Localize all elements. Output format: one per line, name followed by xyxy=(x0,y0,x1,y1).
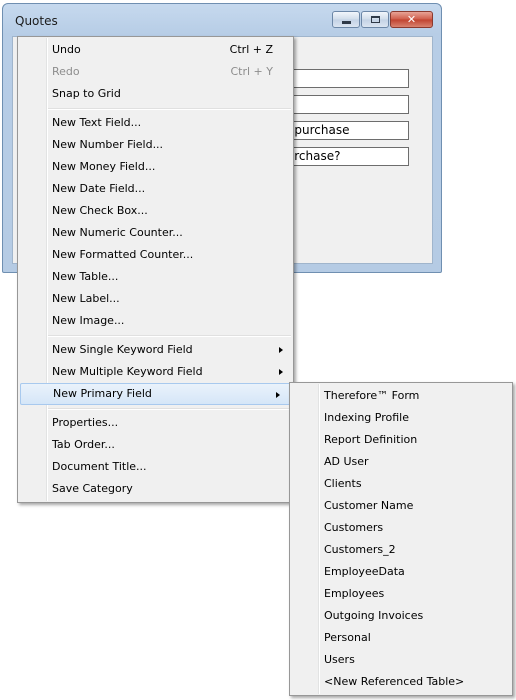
window-controls: ✕ xyxy=(332,11,433,28)
submenu-arrow-icon xyxy=(279,347,283,353)
menu-item-label: Report Definition xyxy=(324,433,418,446)
submenu-item-indexing-profile[interactable]: Indexing Profile xyxy=(290,407,512,429)
submenu-item-customers-2[interactable]: Customers_2 xyxy=(290,539,512,561)
menu-shortcut: Ctrl + Z xyxy=(229,43,273,56)
submenu-item-customer-name[interactable]: Customer Name xyxy=(290,495,512,517)
menu-item-label: Properties... xyxy=(52,416,119,429)
menu-item-redo[interactable]: Redo Ctrl + Y xyxy=(18,61,293,83)
menu-item-label: Users xyxy=(324,653,355,666)
menu-item-label: Snap to Grid xyxy=(52,87,121,100)
menu-item-label: New Numeric Counter... xyxy=(52,226,183,239)
menu-item-label: New Multiple Keyword Field xyxy=(52,365,203,378)
menu-item-label: Personal xyxy=(324,631,371,644)
submenu-arrow-icon xyxy=(276,392,280,398)
menu-item-label: New Text Field... xyxy=(52,116,142,129)
menu-separator xyxy=(48,332,293,339)
menu-shortcut: Ctrl + Y xyxy=(230,65,273,78)
form-field-1[interactable] xyxy=(275,69,409,88)
primary-field-submenu: Therefore™ Form Indexing Profile Report … xyxy=(289,382,513,696)
minimize-button[interactable] xyxy=(332,11,360,28)
window-title: Quotes xyxy=(15,14,58,28)
menu-item-properties[interactable]: Properties... xyxy=(18,412,293,434)
menu-item-label: New Money Field... xyxy=(52,160,156,173)
menu-item-label: New Image... xyxy=(52,314,125,327)
submenu-item-ad-user[interactable]: AD User xyxy=(290,451,512,473)
menu-item-label: Clients xyxy=(324,477,362,490)
menu-item-label: New Number Field... xyxy=(52,138,164,151)
menu-item-label: Indexing Profile xyxy=(324,411,409,424)
menu-item-label: Therefore™ Form xyxy=(324,389,420,402)
menu-item-tab-order[interactable]: Tab Order... xyxy=(18,434,293,456)
submenu-item-report-definition[interactable]: Report Definition xyxy=(290,429,512,451)
menu-item-new-number-field[interactable]: New Number Field... xyxy=(18,134,293,156)
submenu-item-new-referenced-table[interactable]: <New Referenced Table> xyxy=(290,671,512,693)
close-icon: ✕ xyxy=(406,13,417,26)
menu-item-label: Customers xyxy=(324,521,384,534)
menu-item-label: New Date Field... xyxy=(52,182,146,195)
submenu-item-users[interactable]: Users xyxy=(290,649,512,671)
menu-item-document-title[interactable]: Document Title... xyxy=(18,456,293,478)
menu-item-label: Tab Order... xyxy=(52,438,115,451)
submenu-item-customers[interactable]: Customers xyxy=(290,517,512,539)
maximize-button[interactable] xyxy=(361,11,389,28)
submenu-item-personal[interactable]: Personal xyxy=(290,627,512,649)
form-field-4[interactable]: purchase? xyxy=(275,147,409,166)
close-button[interactable]: ✕ xyxy=(390,11,433,28)
menu-item-new-table[interactable]: New Table... xyxy=(18,266,293,288)
menu-item-new-formatted-counter[interactable]: New Formatted Counter... xyxy=(18,244,293,266)
menu-item-label: New Single Keyword Field xyxy=(52,343,193,356)
menu-item-new-image[interactable]: New Image... xyxy=(18,310,293,332)
form-field-2[interactable] xyxy=(275,95,409,114)
menu-item-snap-to-grid[interactable]: Snap to Grid xyxy=(18,83,293,105)
menu-item-new-primary-field[interactable]: New Primary Field xyxy=(20,383,291,405)
menu-item-new-check-box[interactable]: New Check Box... xyxy=(18,200,293,222)
menu-item-label: New Table... xyxy=(52,270,119,283)
submenu-item-employees[interactable]: Employees xyxy=(290,583,512,605)
submenu-item-employeedata[interactable]: EmployeeData xyxy=(290,561,512,583)
menu-item-label: New Primary Field xyxy=(53,387,152,400)
menu-item-save-category[interactable]: Save Category xyxy=(18,478,293,500)
menu-item-label: Outgoing Invoices xyxy=(324,609,424,622)
submenu-item-therefore-form[interactable]: Therefore™ Form xyxy=(290,385,512,407)
submenu-item-clients[interactable]: Clients xyxy=(290,473,512,495)
maximize-icon xyxy=(370,16,380,23)
menu-item-label: Customer Name xyxy=(324,499,414,512)
menu-item-label: New Label... xyxy=(52,292,120,305)
menu-separator xyxy=(48,105,293,112)
menu-item-new-label[interactable]: New Label... xyxy=(18,288,293,310)
menu-item-new-text-field[interactable]: New Text Field... xyxy=(18,112,293,134)
submenu-arrow-icon xyxy=(279,369,283,375)
menu-item-label: Undo xyxy=(52,43,81,56)
menu-item-label: Employees xyxy=(324,587,385,600)
form-field-3[interactable]: of purchase xyxy=(275,121,409,140)
menu-item-new-date-field[interactable]: New Date Field... xyxy=(18,178,293,200)
menu-item-label: New Formatted Counter... xyxy=(52,248,194,261)
minimize-icon xyxy=(341,20,351,24)
menu-item-label: <New Referenced Table> xyxy=(324,675,465,688)
menu-item-new-numeric-counter[interactable]: New Numeric Counter... xyxy=(18,222,293,244)
submenu-item-outgoing-invoices[interactable]: Outgoing Invoices xyxy=(290,605,512,627)
menu-separator xyxy=(48,405,293,412)
menu-item-undo[interactable]: Undo Ctrl + Z xyxy=(18,39,293,61)
menu-item-label: EmployeeData xyxy=(324,565,405,578)
menu-item-label: Document Title... xyxy=(52,460,147,473)
menu-item-label: Redo xyxy=(52,65,80,78)
menu-item-new-money-field[interactable]: New Money Field... xyxy=(18,156,293,178)
menu-item-new-multiple-keyword-field[interactable]: New Multiple Keyword Field xyxy=(18,361,293,383)
menu-item-label: AD User xyxy=(324,455,369,468)
menu-item-new-single-keyword-field[interactable]: New Single Keyword Field xyxy=(18,339,293,361)
menu-item-label: New Check Box... xyxy=(52,204,148,217)
context-menu: Undo Ctrl + Z Redo Ctrl + Y Snap to Grid… xyxy=(17,36,294,503)
menu-item-label: Customers_2 xyxy=(324,543,396,556)
menu-item-label: Save Category xyxy=(52,482,133,495)
